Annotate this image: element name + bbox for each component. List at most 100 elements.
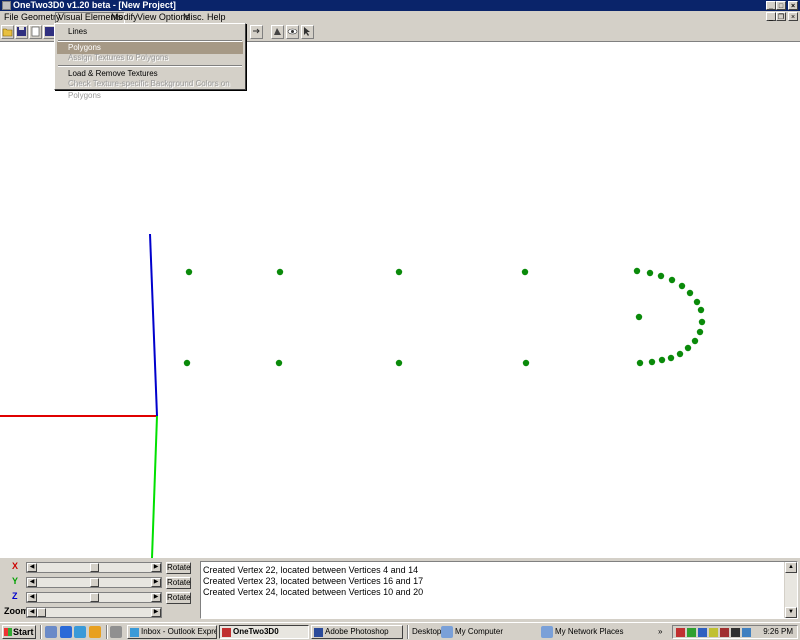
photoshop-icon <box>314 628 323 637</box>
start-button[interactable]: Start <box>2 625 36 639</box>
vertex-point[interactable] <box>522 359 530 367</box>
system-tray: 9:26 PM <box>672 625 798 639</box>
vertex-point[interactable] <box>693 298 701 306</box>
tray-display-icon[interactable] <box>698 628 707 637</box>
menu-misc[interactable]: Misc. <box>181 12 206 22</box>
task-adobe-photoshop[interactable]: Adobe Photoshop <box>311 625 403 639</box>
viewport-canvas[interactable] <box>0 42 800 559</box>
vertex-point[interactable] <box>646 269 654 277</box>
tray-app-icon[interactable] <box>676 628 685 637</box>
vertex-point[interactable] <box>183 359 191 367</box>
tray-messenger-icon[interactable] <box>742 628 751 637</box>
menu-item-lines[interactable]: Lines <box>57 26 243 38</box>
toolbar-overflow-icon[interactable]: » <box>658 625 662 639</box>
arrow-tool-icon[interactable] <box>250 25 263 39</box>
x-rotation-slider[interactable]: ◀ ▶ <box>26 562 162 573</box>
desktop-toolbar-label[interactable]: Desktop <box>412 625 441 639</box>
y-slider-thumb[interactable] <box>90 578 99 587</box>
vertex-point[interactable] <box>667 354 675 362</box>
vertex-point[interactable] <box>684 344 692 352</box>
slider-right-arrow-icon[interactable]: ▶ <box>151 608 161 617</box>
minimize-button[interactable]: _ <box>766 1 776 10</box>
menu-help[interactable]: Help <box>205 12 228 22</box>
save-disk-icon[interactable] <box>15 25 28 39</box>
z-slider-thumb[interactable] <box>90 593 99 602</box>
zoom-slider-thumb[interactable] <box>37 608 46 617</box>
vertex-point[interactable] <box>686 289 694 297</box>
mdi-minimize-button[interactable]: _ <box>766 12 776 21</box>
vertex-point[interactable] <box>658 356 666 364</box>
z-rotate-button[interactable]: Rotate <box>166 592 191 604</box>
quick-launch-icon[interactable] <box>110 626 122 638</box>
vertex-point[interactable] <box>636 359 644 367</box>
close-button[interactable]: × <box>788 1 798 10</box>
vertex-tool-icon[interactable] <box>271 25 284 39</box>
scroll-down-icon[interactable]: ▼ <box>785 607 797 618</box>
show-desktop-icon[interactable] <box>45 626 57 638</box>
tray-security-icon[interactable] <box>731 628 740 637</box>
vertex-point[interactable] <box>395 359 403 367</box>
task-outlook-express[interactable]: Inbox - Outlook Express <box>127 625 217 639</box>
vertex-point[interactable] <box>657 272 665 280</box>
my-network-places-link[interactable]: My Network Places <box>555 625 623 639</box>
vertex-point[interactable] <box>696 328 704 336</box>
z-axis-label: Z <box>12 591 18 601</box>
y-rotation-slider[interactable]: ◀ ▶ <box>26 577 162 588</box>
mdi-restore-button[interactable]: ❐ <box>776 12 786 21</box>
slider-left-arrow-icon[interactable]: ◀ <box>27 593 37 602</box>
window-title-bar[interactable]: OneTwo3D0 v1.20 beta - [New Project] _ □… <box>0 0 800 11</box>
menu-item-check-texture-colors: Check Texture-specific Background Colors… <box>68 79 230 100</box>
scroll-up-icon[interactable]: ▲ <box>785 562 797 573</box>
slider-right-arrow-icon[interactable]: ▶ <box>151 578 161 587</box>
task-onetwo3d0[interactable]: OneTwo3D0 <box>219 625 309 639</box>
open-folder-icon[interactable] <box>1 25 14 39</box>
vertex-point[interactable] <box>691 337 699 345</box>
vertex-point[interactable] <box>633 267 641 275</box>
vertex-point[interactable] <box>276 268 284 276</box>
vertex-point[interactable] <box>635 313 643 321</box>
slider-left-arrow-icon[interactable]: ◀ <box>27 563 37 572</box>
start-label: Start <box>13 627 34 637</box>
vertex-point[interactable] <box>678 282 686 290</box>
mdi-close-button[interactable]: × <box>788 12 798 21</box>
vertex-point[interactable] <box>698 318 706 326</box>
vertex-point[interactable] <box>185 268 193 276</box>
document-icon[interactable] <box>29 25 42 39</box>
my-computer-link[interactable]: My Computer <box>455 625 503 639</box>
outlook-express-icon[interactable] <box>74 626 86 638</box>
message-log[interactable]: Created Vertex 22, located between Verti… <box>200 561 798 619</box>
network-places-icon[interactable] <box>541 626 553 638</box>
taskbar-separator <box>407 625 409 639</box>
vertex-point[interactable] <box>648 358 656 366</box>
z-rotation-slider[interactable]: ◀ ▶ <box>26 592 162 603</box>
internet-explorer-icon[interactable] <box>60 626 72 638</box>
view-eye-icon[interactable] <box>286 25 299 39</box>
slider-right-arrow-icon[interactable]: ▶ <box>151 593 161 602</box>
log-scrollbar[interactable]: ▲ ▼ <box>784 562 797 618</box>
vertex-group <box>183 267 706 367</box>
tray-network-icon[interactable] <box>687 628 696 637</box>
vertex-point[interactable] <box>676 350 684 358</box>
media-player-icon[interactable] <box>89 626 101 638</box>
select-tool-icon[interactable] <box>301 25 314 39</box>
zoom-slider[interactable]: ◀ ▶ <box>26 607 162 618</box>
x-rotate-button[interactable]: Rotate <box>166 562 191 574</box>
x-slider-thumb[interactable] <box>90 563 99 572</box>
vertex-point[interactable] <box>275 359 283 367</box>
tray-volume-icon[interactable] <box>709 628 718 637</box>
taskbar: Start Inbox - Outlook Express OneTwo3D0 … <box>0 622 800 640</box>
vertex-point[interactable] <box>697 306 705 314</box>
y-rotate-button[interactable]: Rotate <box>166 577 191 589</box>
vertex-point[interactable] <box>521 268 529 276</box>
slider-left-arrow-icon[interactable]: ◀ <box>27 608 37 617</box>
maximize-button[interactable]: □ <box>776 1 786 10</box>
tray-antivirus-icon[interactable] <box>720 628 729 637</box>
slider-left-arrow-icon[interactable]: ◀ <box>27 578 37 587</box>
vertex-point[interactable] <box>395 268 403 276</box>
outlook-express-icon <box>130 628 139 637</box>
vertex-point[interactable] <box>668 276 676 284</box>
app-icon[interactable] <box>2 1 11 10</box>
my-computer-icon[interactable] <box>441 626 453 638</box>
slider-right-arrow-icon[interactable]: ▶ <box>151 563 161 572</box>
menu-file[interactable]: File <box>2 12 21 22</box>
